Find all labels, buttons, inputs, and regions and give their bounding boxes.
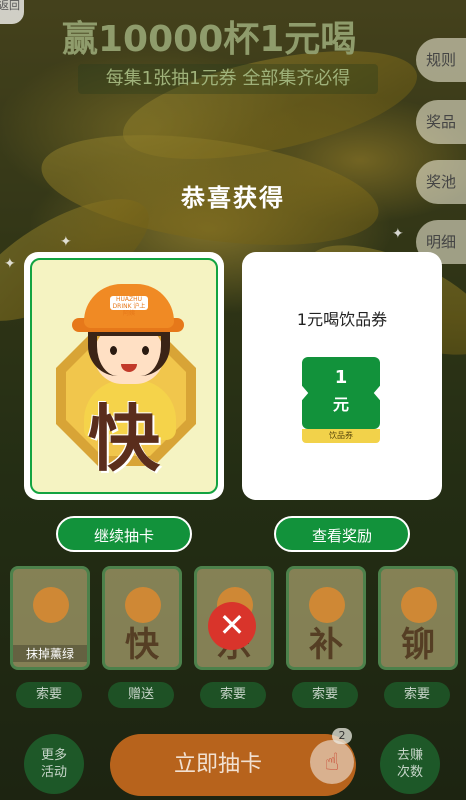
- view-reward-button[interactable]: 查看奖励: [274, 516, 410, 552]
- draw-count-badge: 2: [332, 728, 352, 744]
- congrats-heading: 恭喜获得: [181, 184, 285, 212]
- card-character: 快: [87, 396, 160, 481]
- gift-card-button[interactable]: 赠送: [108, 682, 174, 708]
- collection-card-label: 抹掉薰绿: [13, 645, 87, 662]
- sparkle-icon: ✦: [60, 234, 72, 250]
- coupon-unit: 元: [332, 395, 349, 414]
- earn-draws-button[interactable]: 去赚 次数: [380, 734, 440, 794]
- request-card-button[interactable]: 索要: [200, 682, 266, 708]
- pointing-hand-icon: ☝: [310, 740, 354, 784]
- close-icon[interactable]: ✕: [208, 602, 256, 650]
- more-activities-line1: 更多: [40, 748, 67, 763]
- collected-card: HUAZHU DRINK 沪上阿姨 快: [24, 252, 224, 500]
- coupon-icon: 1 元 饮品券: [302, 357, 380, 443]
- continue-draw-button[interactable]: 继续抽卡: [56, 516, 192, 552]
- collection-card[interactable]: 快: [102, 566, 182, 670]
- request-card-button[interactable]: 索要: [384, 682, 450, 708]
- coupon-caption: 饮品券: [302, 429, 380, 443]
- mini-mascot-icon: [33, 587, 69, 623]
- mascot-hat-logo: HUAZHU DRINK 沪上阿姨: [110, 296, 148, 317]
- back-button[interactable]: 返回: [0, 0, 24, 24]
- sparkle-icon: ✦: [392, 226, 404, 242]
- page-subtitle: 每集1张抽1元券 全部集齐必得: [78, 64, 378, 94]
- mascot-eye: [110, 346, 117, 355]
- collection-card-character: 快: [125, 625, 159, 665]
- mascot-eye: [142, 346, 149, 355]
- request-card-button[interactable]: 索要: [292, 682, 358, 708]
- prize-title: 1元喝饮品券: [296, 310, 388, 329]
- more-activities-line2: 活动: [40, 765, 67, 780]
- coupon-value: 1: [334, 367, 348, 388]
- request-card-button[interactable]: 索要: [16, 682, 82, 708]
- sparkle-icon: ✦: [4, 256, 16, 272]
- more-activities-button[interactable]: 更多 活动: [24, 734, 84, 794]
- page-title: 赢10000杯1元喝: [62, 19, 357, 60]
- prize-card: 1元喝饮品券 1 元 饮品券: [242, 252, 442, 500]
- collection-card-character: 铆: [401, 625, 435, 665]
- earn-draws-line2: 次数: [396, 765, 423, 780]
- earn-draws-line1: 去赚: [396, 748, 423, 763]
- rules-button[interactable]: 规则: [416, 38, 466, 82]
- collection-card-character: 补: [309, 625, 343, 665]
- collection-card[interactable]: 补: [286, 566, 366, 670]
- collection-card[interactable]: 铆: [378, 566, 458, 670]
- collection-card[interactable]: 抹掉薰绿: [10, 566, 90, 670]
- prizes-button[interactable]: 奖品: [416, 100, 466, 144]
